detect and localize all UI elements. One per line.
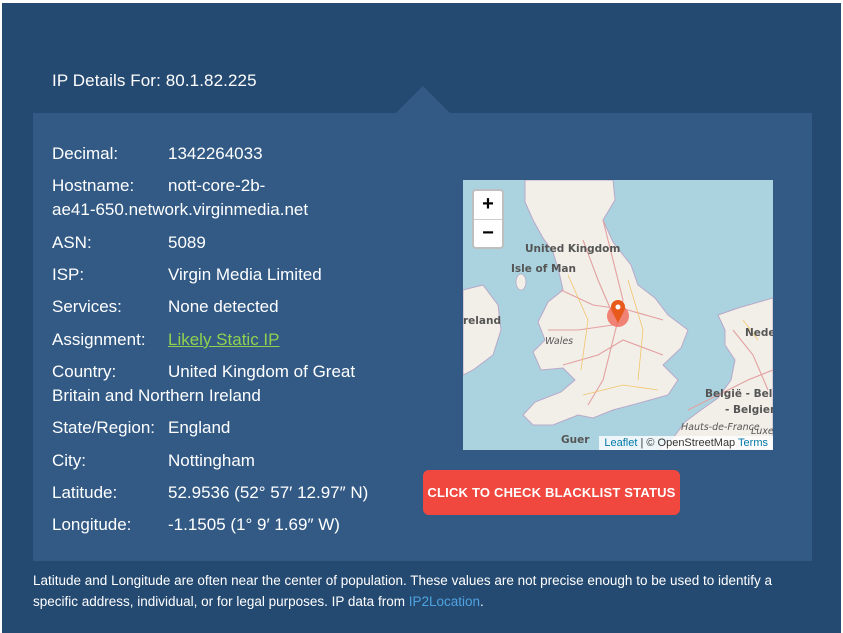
map-label-uk: United Kingdom <box>525 243 620 255</box>
map-label-isle-of-man: Isle of Man <box>511 263 576 275</box>
map-label-wales: Wales <box>545 336 573 347</box>
card-pointer <box>396 86 450 113</box>
osm-attribution: | © OpenStreetMap <box>637 437 739 449</box>
footnote-end: . <box>480 594 484 609</box>
map-label-hauts: Hauts-de-France <box>681 422 760 433</box>
value-isp: Virgin Media Limited <box>168 265 322 284</box>
value-country-1: United Kingdom of Great <box>168 362 356 381</box>
value-decimal: 1342264033 <box>168 144 263 163</box>
label-hostname: Hostname: <box>52 176 135 195</box>
label-decimal: Decimal: <box>52 144 119 163</box>
value-country-2: Britain and Northern Ireland <box>52 386 261 405</box>
check-blacklist-button[interactable]: CLICK TO CHECK BLACKLIST STATUS <box>423 470 680 515</box>
terms-link[interactable]: Terms <box>738 437 768 449</box>
assignment-link[interactable]: Likely Static IP <box>168 328 280 352</box>
title-ip: 80.1.82.225 <box>165 71 257 90</box>
value-state: England <box>168 418 231 437</box>
value-asn: 5089 <box>168 233 206 252</box>
map-label-belgie: België - Belgi <box>705 388 773 400</box>
leaflet-link[interactable]: Leaflet <box>604 437 637 449</box>
title-prefix: IP Details For: <box>52 71 161 90</box>
label-city: City: <box>52 451 86 470</box>
map-label-nederland: Nede <box>745 327 773 339</box>
map-tiles: United Kingdom Isle of Man reland Nede B… <box>463 180 773 450</box>
label-assignment: Assignment: <box>52 330 146 349</box>
value-city: Nottingham <box>168 451 255 470</box>
footnote: Latitude and Longitude are often near th… <box>33 570 813 612</box>
row-hostname: Hostname: nott-core-2b- ae41-650.network.… <box>52 174 382 222</box>
zoom-control: + − <box>472 189 504 249</box>
label-country: Country: <box>52 362 117 381</box>
ip2location-link[interactable]: IP2Location <box>409 594 480 609</box>
location-map[interactable]: United Kingdom Isle of Man reland Nede B… <box>463 180 773 450</box>
label-longitude: Longitude: <box>52 515 132 534</box>
label-services: Services: <box>52 297 122 316</box>
value-services: None detected <box>168 297 279 316</box>
value-longitude: -1.1505 (1° 9′ 1.69″ W) <box>168 515 340 534</box>
map-label-ireland: reland <box>463 315 501 327</box>
label-isp: ISP: <box>52 265 85 284</box>
zoom-in-button[interactable]: + <box>474 191 502 220</box>
value-latitude: 52.9536 (52° 57′ 12.97″ N) <box>168 483 369 502</box>
row-country: Country: United Kingdom of Great Britain … <box>52 360 382 408</box>
map-label-guer: Guer <box>561 434 590 446</box>
value-hostname-1: nott-core-2b- <box>168 176 266 195</box>
value-hostname-2: ae41-650.network.virginmedia.net <box>52 200 309 219</box>
label-asn: ASN: <box>52 233 92 252</box>
label-state: State/Region: <box>52 418 156 437</box>
ip-details-panel: IP Details For: 80.1.82.225 Decimal: 134… <box>2 3 841 633</box>
page-title: IP Details For: 80.1.82.225 <box>52 71 257 91</box>
map-label-belgien: - Belgien <box>725 404 773 416</box>
details-card: Decimal: 1342264033 Hostname: nott-core-2… <box>33 113 812 561</box>
footnote-text: Latitude and Longitude are often near th… <box>33 573 773 609</box>
label-latitude: Latitude: <box>52 483 118 502</box>
map-attribution: Leaflet | © OpenStreetMap Terms <box>599 436 773 450</box>
zoom-out-button[interactable]: − <box>474 220 502 248</box>
